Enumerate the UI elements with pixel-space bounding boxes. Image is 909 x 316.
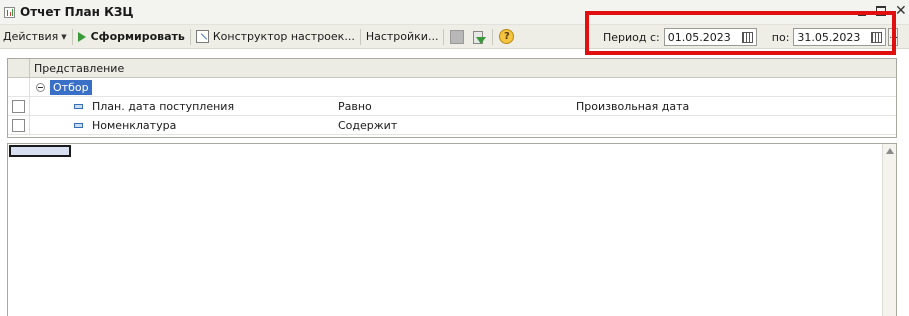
checkbox-column-header <box>8 59 30 77</box>
period-to-label: по: <box>771 30 790 44</box>
settings-constructor-button[interactable]: Конструктор настроек... <box>193 27 358 47</box>
caret-down-icon: ▼ <box>61 32 67 41</box>
generate-label: Сформировать <box>90 30 185 43</box>
toolbar-separator <box>492 28 494 45</box>
column-header-presentation: Представление <box>34 61 125 75</box>
restore-settings-icon[interactable] <box>472 30 487 44</box>
save-settings-icon[interactable] <box>450 29 465 44</box>
settings-label: Настройки... <box>365 30 439 43</box>
period-from-value: 01.05.2023 <box>667 30 731 44</box>
settings-button[interactable]: Настройки... <box>363 27 442 47</box>
active-cell[interactable] <box>9 145 71 157</box>
field-icon <box>74 103 83 109</box>
condition[interactable]: Содержит <box>338 119 576 132</box>
field-name: План. дата поступления <box>92 99 235 113</box>
period-from-label: Период с: <box>603 30 660 44</box>
period-from-field[interactable]: 01.05.2023 <box>663 28 757 46</box>
checkbox-cell <box>8 116 30 134</box>
use-checkbox[interactable] <box>12 118 25 132</box>
window-title: Отчет План КЗЦ <box>20 5 134 19</box>
vertical-scrollbar[interactable] <box>882 144 896 316</box>
maximize-icon[interactable] <box>876 6 886 16</box>
checkbox-cell <box>8 78 30 96</box>
minimize-icon[interactable] <box>857 6 867 16</box>
report-icon <box>4 6 15 18</box>
group-cell: Отбор <box>30 79 92 95</box>
window-controls: ✕ <box>857 4 907 18</box>
table-row[interactable]: Номенклатура Содержит <box>8 116 896 135</box>
help-icon[interactable]: ? <box>499 29 515 44</box>
settings-table: Представление Отбор План. дата поступлен… <box>7 58 897 138</box>
period-to-field[interactable]: 31.05.2023 <box>793 28 887 46</box>
close-icon[interactable]: ✕ <box>895 4 907 18</box>
actions-menu-label: Действия <box>3 30 59 43</box>
result-document[interactable] <box>7 143 897 316</box>
field-icon <box>74 122 83 128</box>
toolbar-separator <box>443 28 445 45</box>
period-to-value: 31.05.2023 <box>797 30 861 44</box>
condition[interactable]: Равно <box>338 100 576 113</box>
period-select-button[interactable]: ... <box>888 28 899 46</box>
table-row-group[interactable]: Отбор <box>8 78 896 97</box>
table-header: Представление <box>8 59 896 78</box>
title-bar: Отчет План КЗЦ ✕ <box>0 0 909 25</box>
period-panel: Период с: 01.05.2023 по: 31.05.2023 ... <box>595 25 899 49</box>
table-row[interactable]: План. дата поступления Равно Произвольна… <box>8 97 896 116</box>
use-checkbox[interactable] <box>12 99 25 113</box>
toolbar-separator <box>71 28 73 45</box>
filter-value[interactable]: Произвольная дата <box>576 100 689 113</box>
settings-constructor-label: Конструктор настроек... <box>212 30 355 43</box>
play-icon <box>77 31 86 42</box>
toolbar-separator <box>189 28 191 45</box>
calendar-icon[interactable] <box>741 31 753 43</box>
scroll-up-icon[interactable] <box>886 148 894 154</box>
collapse-icon[interactable] <box>36 82 45 92</box>
constructor-icon <box>195 30 209 43</box>
checkbox-cell <box>8 97 30 115</box>
generate-button[interactable]: Сформировать <box>75 27 188 47</box>
actions-menu-button[interactable]: Действия ▼ <box>0 27 70 47</box>
calendar-icon[interactable] <box>871 31 883 43</box>
filter-group-label[interactable]: Отбор <box>50 79 92 95</box>
toolbar-separator <box>359 28 361 45</box>
field-name: Номенклатура <box>92 118 177 132</box>
